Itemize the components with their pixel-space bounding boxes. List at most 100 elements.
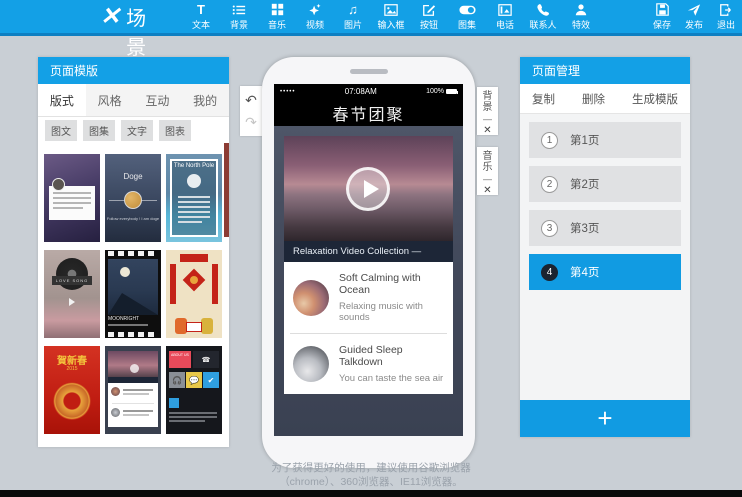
undo-icon[interactable]: ↶ — [245, 93, 257, 107]
browser-advice-note: 为了获得更好的使用，建议使用谷歌浏览器 （chrome）、360浏览器、IE11… — [0, 461, 742, 489]
template-panel-scrollbar[interactable] — [224, 143, 229, 237]
list-item-thumbnail — [293, 346, 329, 382]
page-item-1[interactable]: 1 第1页 — [529, 122, 681, 158]
gold-ornament — [53, 382, 91, 420]
add-page-button[interactable]: + — [520, 400, 690, 437]
toolbar-item-button[interactable]: 按钮 — [410, 2, 448, 31]
toolbar-item-music[interactable]: 音乐 — [258, 2, 296, 31]
doge-avatar — [124, 191, 142, 209]
page-title[interactable]: 春节团聚 — [274, 99, 463, 126]
edit-icon — [422, 2, 436, 17]
vinyl-disc — [56, 258, 88, 290]
publish-button[interactable]: 发布 — [678, 2, 710, 31]
filter-text[interactable]: 文字 — [121, 120, 153, 141]
page-item-3[interactable]: 3 第3页 — [529, 210, 681, 246]
close-icon[interactable]: ✕ — [483, 126, 491, 136]
image-icon — [384, 2, 398, 17]
toolbar-item-video[interactable]: 视频 — [296, 2, 334, 31]
exit-icon — [719, 2, 733, 17]
status-bar: ••••• 07:08AM 100% — [274, 84, 463, 99]
template-panel: 页面模版 版式 风格 互动 我的 图文 图集 文字 图表 Doge Follow… — [38, 57, 229, 447]
mountain — [108, 293, 158, 315]
video-element[interactable] — [284, 136, 453, 241]
template-grid: Doge Follow everybody ! I am doge The No… — [44, 149, 222, 434]
status-time: 07:08AM — [296, 87, 427, 96]
toolbar-item-background[interactable]: 背景 — [220, 2, 258, 31]
text-icon: T — [197, 2, 205, 17]
tab-mine[interactable]: 我的 — [181, 84, 229, 116]
avatar — [52, 178, 65, 191]
toggle-icon — [459, 2, 476, 17]
logo-x-icon: ✕ — [100, 5, 120, 29]
list-item[interactable]: Guided Sleep Talkdown You can taste the … — [290, 333, 447, 394]
publish-icon — [687, 2, 701, 17]
page-item-2[interactable]: 2 第2页 — [529, 166, 681, 202]
toolbar-item-picture[interactable]: ♫ 图片 — [334, 2, 372, 31]
template-thumb-chat-card[interactable] — [44, 154, 100, 242]
template-filters: 图文 图集 文字 图表 — [38, 117, 229, 143]
template-thumb-video-collection[interactable] — [105, 346, 161, 434]
template-thumb-north-pole[interactable]: The North Pole — [166, 154, 222, 242]
toolbar-item-input[interactable]: 输入框 — [372, 2, 410, 31]
save-button[interactable]: 保存 — [646, 2, 678, 31]
star-icon — [308, 2, 322, 17]
make-template-button[interactable]: 生成模版 — [632, 91, 678, 107]
red-banner — [180, 254, 208, 262]
grid-icon — [271, 2, 284, 17]
minimize-icon[interactable]: — — [483, 175, 492, 184]
template-thumb-cny-couplets[interactable] — [166, 250, 222, 338]
page-number-badge: 1 — [541, 132, 558, 149]
minimize-icon[interactable]: — — [483, 115, 492, 124]
filter-chart[interactable]: 图表 — [159, 120, 191, 141]
video-caption[interactable]: Relaxation Video Collection — — [284, 241, 453, 262]
list-item[interactable]: Soft Calming with Ocean Relaxing music w… — [284, 262, 453, 333]
signal-dots: ••••• — [280, 89, 296, 95]
page-canvas[interactable]: Relaxation Video Collection — Soft Calmi… — [274, 126, 463, 436]
layer-tab-background[interactable]: 背景 — ✕ — [477, 87, 498, 135]
page-number-badge: 4 — [541, 264, 558, 281]
toolbar-items: T 文本 背景 音乐 视频 ♫ 图片 — [182, 2, 600, 31]
page-item-4[interactable]: 4 第4页 — [529, 254, 681, 290]
framed-image-icon — [498, 2, 512, 17]
phone-speaker — [350, 69, 388, 74]
page-list: 1 第1页 2 第2页 3 第3页 4 第4页 — [520, 114, 690, 298]
tab-style[interactable]: 风格 — [86, 84, 134, 116]
exit-button[interactable]: 退出 — [710, 2, 742, 31]
delete-button[interactable]: 删除 — [582, 91, 605, 107]
filter-image-text[interactable]: 图文 — [45, 120, 77, 141]
phone-icon — [536, 2, 550, 17]
toolbar-item-gallery[interactable]: 图集 — [448, 2, 486, 31]
polar-bear-badge — [187, 174, 201, 188]
page-manager-title: 页面管理 — [520, 57, 690, 84]
toolbar-item-telephone[interactable]: 电话 — [486, 2, 524, 31]
list-icon — [232, 2, 246, 17]
template-panel-title: 页面模版 — [38, 57, 229, 84]
template-thumb-moonright[interactable]: MOONRIGHT — [105, 250, 161, 338]
page-number-badge: 2 — [541, 176, 558, 193]
play-button[interactable] — [346, 167, 390, 211]
copy-button[interactable]: 复制 — [532, 91, 555, 107]
template-thumb-love-song[interactable]: LOVE SONG — [44, 250, 100, 338]
bottom-black-bar — [0, 490, 742, 497]
moon — [120, 267, 130, 277]
layer-tab-music[interactable]: 音乐 — ✕ — [477, 147, 498, 195]
filter-gallery[interactable]: 图集 — [83, 120, 115, 141]
phone-screen: ••••• 07:08AM 100% 春节团聚 Relaxation Video… — [274, 84, 463, 436]
audio-list-card: Soft Calming with Ocean Relaxing music w… — [284, 262, 453, 394]
battery-icon — [446, 89, 457, 94]
template-thumb-cny-red[interactable]: 賀新春 2015 — [44, 346, 100, 434]
toolbar-item-text[interactable]: T 文本 — [182, 2, 220, 31]
tab-layout[interactable]: 版式 — [38, 84, 86, 116]
toolbar-item-contacts[interactable]: 联系人 — [524, 2, 562, 31]
tab-interactive[interactable]: 互动 — [134, 84, 182, 116]
logo-text: 微场景 — [126, 0, 158, 60]
template-thumb-dark-grid[interactable]: ABOUT US ☎ 🎧 💬 ✔ — [166, 346, 222, 434]
redo-icon[interactable]: ↷ — [245, 115, 257, 129]
template-tabs: 版式 风格 互动 我的 — [38, 84, 229, 117]
page-manager-actions: 复制 删除 生成模版 — [520, 84, 690, 114]
toolbar-item-effects[interactable]: 特效 — [562, 2, 600, 31]
app-logo: ✕ 微场景 — [100, 0, 158, 60]
template-thumb-doge[interactable]: Doge Follow everybody ! I am doge — [105, 154, 161, 242]
top-toolbar: ✕ 微场景 T 文本 背景 音乐 视频 ♫ 图片 — [0, 0, 742, 36]
close-icon[interactable]: ✕ — [483, 186, 491, 196]
